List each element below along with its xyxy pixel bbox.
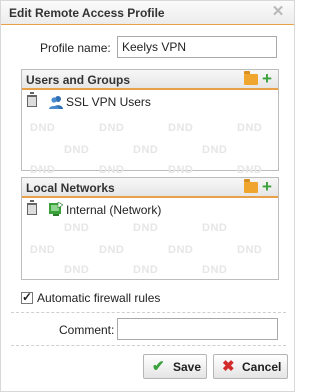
- trash-icon[interactable]: [27, 200, 37, 215]
- dnd-placeholder: DND: [133, 222, 159, 234]
- dnd-placeholder: DND: [237, 122, 263, 134]
- users-panel-title: Users and Groups: [26, 73, 131, 87]
- folder-icon[interactable]: [244, 179, 258, 193]
- check-icon: ✓: [22, 290, 33, 304]
- dnd-placeholder: DND: [168, 122, 194, 134]
- dnd-placeholder: DND: [99, 122, 125, 134]
- network-icon: [49, 202, 63, 216]
- dnd-placeholder: DND: [202, 264, 228, 276]
- networks-panel-title: Local Networks: [26, 181, 115, 195]
- close-icon[interactable]: ✕: [270, 4, 286, 20]
- firewall-checkbox-label: Automatic firewall rules: [37, 291, 161, 305]
- cancel-button[interactable]: ✖ Cancel: [213, 354, 288, 379]
- list-item-label: Internal (Network): [66, 203, 162, 217]
- dnd-placeholder: DND: [64, 264, 90, 276]
- divider: [11, 345, 286, 346]
- profile-name-label: Profile name:: [40, 41, 111, 55]
- edit-remote-access-dialog: Edit Remote Access Profile ✕ Profile nam…: [0, 0, 295, 392]
- dnd-placeholder: DND: [64, 222, 90, 234]
- list-item[interactable]: Internal (Network): [22, 200, 278, 220]
- list-item[interactable]: SSL VPN Users: [22, 92, 278, 112]
- close-icon: ✖: [222, 358, 235, 375]
- local-networks-panel: Local Networks + DND DND DND DND DND DND…: [21, 177, 279, 280]
- networks-panel-header: Local Networks +: [22, 178, 278, 198]
- dnd-placeholder: DND: [30, 164, 56, 176]
- dnd-placeholder: DND: [168, 244, 194, 256]
- dnd-placeholder: DND: [168, 164, 194, 176]
- firewall-checkbox[interactable]: ✓: [21, 290, 33, 304]
- profile-name-input[interactable]: [117, 36, 277, 58]
- dnd-placeholder: DND: [237, 164, 263, 176]
- folder-icon[interactable]: [244, 71, 258, 85]
- dialog-title: Edit Remote Access Profile: [9, 6, 165, 20]
- save-button-label: Save: [173, 360, 202, 374]
- dnd-placeholder: DND: [202, 144, 228, 156]
- users-and-groups-panel: Users and Groups + DND DND DND DND DND D…: [21, 69, 279, 176]
- users-group-icon: [49, 96, 63, 109]
- users-panel-body[interactable]: DND DND DND DND DND DND DND DND DND DND …: [22, 92, 278, 176]
- dnd-placeholder: DND: [64, 144, 90, 156]
- dnd-placeholder: DND: [133, 144, 159, 156]
- add-icon[interactable]: +: [260, 178, 274, 195]
- users-panel-header: Users and Groups +: [22, 70, 278, 90]
- cancel-button-label: Cancel: [242, 360, 282, 374]
- dnd-placeholder: DND: [99, 244, 125, 256]
- check-icon: ✔: [152, 358, 165, 375]
- dnd-placeholder: DND: [30, 122, 56, 134]
- divider: [11, 312, 286, 313]
- dnd-placeholder: DND: [202, 222, 228, 234]
- dnd-placeholder: DND: [99, 164, 125, 176]
- dnd-placeholder: DND: [30, 244, 56, 256]
- dialog-titlebar[interactable]: Edit Remote Access Profile ✕: [1, 1, 294, 25]
- save-button[interactable]: ✔ Save: [143, 354, 207, 379]
- networks-panel-body[interactable]: DND DND DND DND DND DND DND DND DND DND …: [22, 200, 278, 279]
- list-item-label: SSL VPN Users: [66, 95, 151, 109]
- comment-label: Comment:: [59, 323, 115, 337]
- dnd-placeholder: DND: [237, 244, 263, 256]
- dnd-placeholder: DND: [133, 264, 159, 276]
- trash-icon[interactable]: [27, 92, 37, 107]
- add-icon[interactable]: +: [260, 70, 274, 87]
- comment-input[interactable]: [117, 318, 278, 340]
